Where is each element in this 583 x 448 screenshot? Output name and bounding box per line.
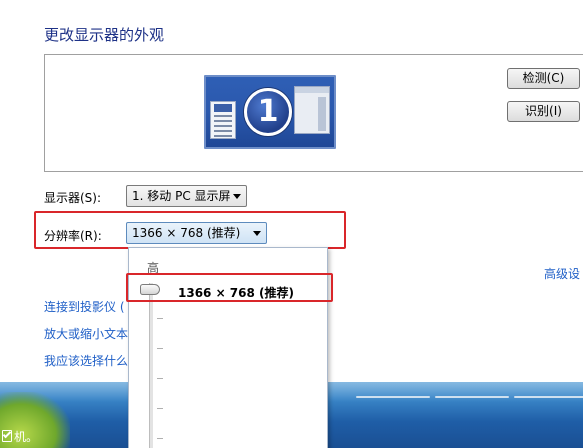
slider-tick (157, 348, 163, 349)
taskbar-button-edge (435, 396, 509, 398)
taskbar-button-edge (356, 396, 430, 398)
resolution-slider-track[interactable] (149, 283, 153, 448)
highlight-frame-resolution (34, 211, 346, 249)
advanced-settings-link[interactable]: 高级设 (544, 265, 580, 282)
monitor-mini-window-left (210, 101, 236, 139)
slider-tick (157, 318, 163, 319)
display-select[interactable]: 1. 移动 PC 显示屏 (126, 185, 247, 207)
display-label: 显示器(S): (44, 191, 102, 205)
which-settings-link[interactable]: 我应该选择什么 (44, 352, 128, 369)
display-select-value: 1. 移动 PC 显示屏 (132, 189, 231, 203)
connect-projector-link[interactable]: 连接到投影仪 ( (44, 298, 125, 315)
taskbar-button-edge (514, 396, 583, 398)
monitor-number-badge: 1 (244, 88, 292, 136)
monitor-mini-window-right (294, 86, 330, 134)
highlight-frame-option (126, 273, 333, 302)
slider-tick (157, 438, 163, 439)
monitor-1-thumbnail[interactable]: 1 (204, 75, 336, 149)
zoom-text-link[interactable]: 放大或缩小文本 (44, 325, 128, 342)
page-title: 更改显示器的外观 (44, 26, 165, 44)
taskbar-label: 机。 (14, 430, 39, 444)
detect-button[interactable]: 检测(C) (507, 68, 580, 89)
identify-button[interactable]: 识别(I) (507, 101, 580, 122)
slider-tick (157, 378, 163, 379)
chevron-down-icon (233, 194, 241, 199)
slider-tick (157, 408, 163, 409)
